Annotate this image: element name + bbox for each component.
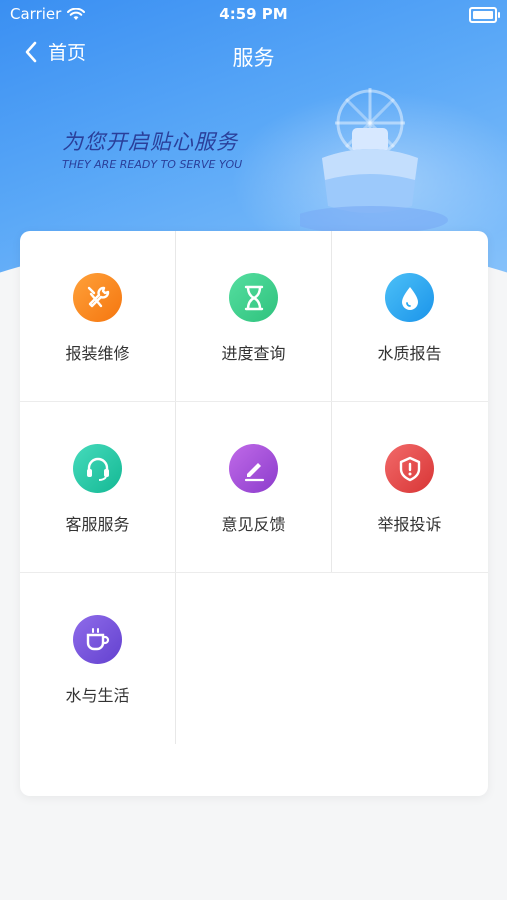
service-label: 进度查询 [221, 344, 286, 363]
status-bar: Carrier 4:59 PM [0, 0, 507, 28]
edit-icon [229, 444, 278, 493]
banner-slogan: 为您开启贴心服务 [62, 130, 238, 154]
status-time: 4:59 PM [219, 5, 288, 23]
service-item-customer-service[interactable]: 客服服务 [20, 402, 175, 572]
services-card: 报装维修 进度查询 水质报告 客服服务 意见反馈 举报投诉 水与生活 [20, 231, 488, 796]
service-label: 举报投诉 [377, 515, 442, 534]
service-item-water-life[interactable]: 水与生活 [20, 573, 175, 743]
service-label: 报装维修 [65, 344, 130, 363]
service-item-feedback[interactable]: 意见反馈 [176, 402, 331, 572]
water-drop-icon [385, 273, 434, 322]
service-label: 意见反馈 [221, 515, 286, 534]
tools-icon [73, 273, 122, 322]
report-shield-icon [385, 444, 434, 493]
service-label: 客服服务 [65, 515, 130, 534]
service-item-repair[interactable]: 报装维修 [20, 231, 175, 401]
service-item-complaint[interactable]: 举报投诉 [332, 402, 487, 572]
banner-slogan-en: THEY ARE READY TO SERVE YOU [62, 158, 243, 171]
service-item-progress[interactable]: 进度查询 [176, 231, 331, 401]
service-item-water-report[interactable]: 水质报告 [332, 231, 487, 401]
service-label: 水与生活 [65, 686, 130, 705]
hourglass-icon [229, 273, 278, 322]
headset-icon [73, 444, 122, 493]
service-label: 水质报告 [377, 344, 442, 363]
ship-illustration [300, 88, 448, 234]
page-title: 服务 [232, 46, 275, 70]
battery-icon [469, 7, 500, 23]
coffee-cup-icon [73, 615, 122, 664]
